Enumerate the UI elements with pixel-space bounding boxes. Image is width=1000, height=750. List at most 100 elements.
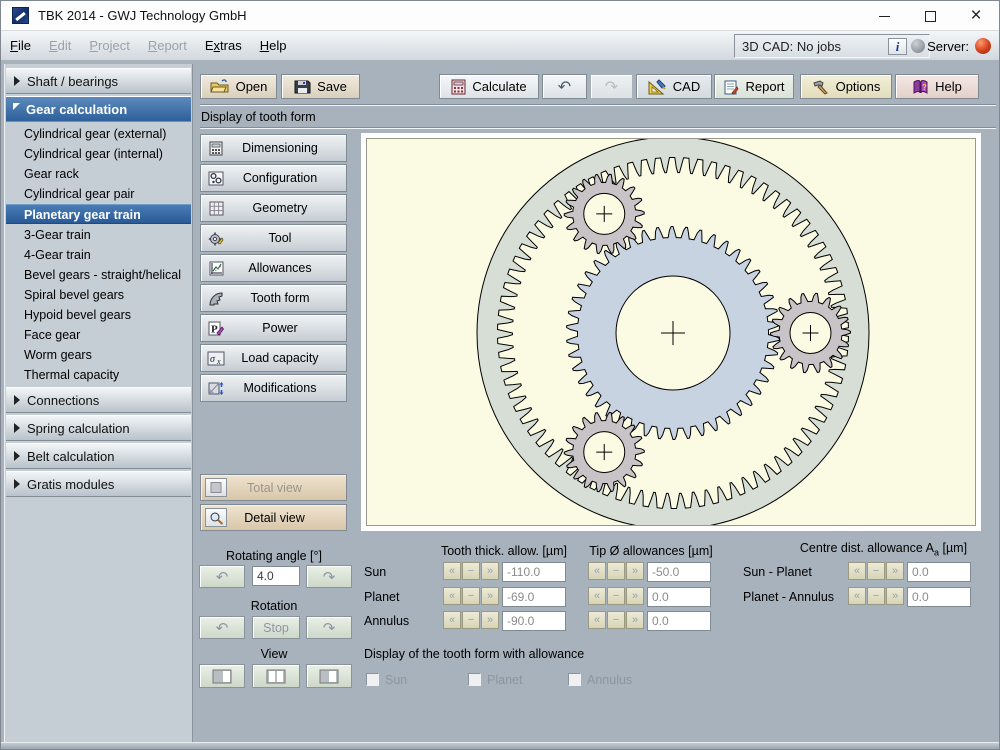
window-title: TBK 2014 - GWJ Technology GmbH bbox=[38, 8, 247, 23]
sidebar-item-bevel-gears[interactable]: Bevel gears - straight/helical bbox=[6, 265, 191, 285]
rotating-angle-input[interactable] bbox=[252, 566, 300, 586]
maximize-button[interactable] bbox=[907, 1, 953, 31]
minimize-button[interactable] bbox=[861, 1, 907, 31]
open-button[interactable]: Open bbox=[200, 74, 277, 99]
sidebar-item-cylindrical-gear-internal[interactable]: Cylindrical gear (internal) bbox=[6, 144, 191, 164]
increase-button[interactable]: » bbox=[626, 562, 644, 580]
increase-button[interactable]: » bbox=[481, 562, 499, 580]
sun-planet-row-label: Sun - Planet bbox=[743, 565, 812, 579]
sidebar-item-3-gear-train[interactable]: 3-Gear train bbox=[6, 225, 191, 245]
help-button[interactable]: ? Help bbox=[895, 74, 979, 99]
sidebar-item-planetary-gear-train[interactable]: Planetary gear train bbox=[6, 204, 191, 224]
decrease-button[interactable]: « bbox=[848, 587, 866, 605]
annulus-allowance-checkbox bbox=[568, 673, 581, 686]
decrease-button[interactable]: « bbox=[443, 562, 461, 580]
reset-button[interactable]: − bbox=[607, 611, 625, 629]
sidebar-item-spiral-bevel-gears[interactable]: Spiral bevel gears bbox=[6, 285, 191, 305]
dimensioning-button[interactable]: Dimensioning bbox=[200, 134, 347, 162]
redo-button: ↷ bbox=[590, 74, 633, 99]
reset-button[interactable]: − bbox=[462, 562, 480, 580]
cad-button[interactable]: CAD bbox=[636, 74, 712, 99]
decrease-button[interactable]: « bbox=[848, 562, 866, 580]
sidebar-section-gear-calculation[interactable]: Gear calculation bbox=[6, 96, 191, 122]
sidebar-item-thermal-capacity[interactable]: Thermal capacity bbox=[6, 365, 191, 385]
rotation-label: Rotation bbox=[201, 599, 347, 613]
increase-button[interactable]: » bbox=[626, 611, 644, 629]
gear-diagram[interactable] bbox=[366, 138, 976, 526]
close-button[interactable]: × bbox=[953, 1, 999, 31]
rotate-step-ccw-button[interactable]: ↶ bbox=[199, 565, 245, 588]
calculator-icon bbox=[451, 79, 466, 95]
increase-button[interactable]: » bbox=[886, 562, 904, 580]
sidebar-section-spring-calculation[interactable]: Spring calculation bbox=[6, 415, 191, 441]
decrease-button[interactable]: « bbox=[443, 587, 461, 605]
menu-help[interactable]: Help bbox=[251, 38, 296, 53]
increase-button[interactable]: » bbox=[626, 587, 644, 605]
view-left-button[interactable] bbox=[199, 664, 245, 688]
sidebar-item-cylindrical-gear-pair[interactable]: Cylindrical gear pair bbox=[6, 184, 191, 204]
modifications-button[interactable]: Modifications bbox=[200, 374, 347, 402]
sidebar-item-worm-gears[interactable]: Worm gears bbox=[6, 345, 191, 365]
power-button[interactable]: P Power bbox=[200, 314, 347, 342]
sidebar-section-belt-calculation[interactable]: Belt calculation bbox=[6, 443, 191, 469]
geometry-button[interactable]: Geometry bbox=[200, 194, 347, 222]
planet-thick-input[interactable] bbox=[502, 587, 566, 607]
sidebar-item-4-gear-train[interactable]: 4-Gear train bbox=[6, 245, 191, 265]
tool-button[interactable]: Tool bbox=[200, 224, 347, 252]
sun-planet-dist-input[interactable] bbox=[907, 562, 971, 582]
sun-tip-input[interactable] bbox=[647, 562, 711, 582]
reset-button[interactable]: − bbox=[462, 587, 480, 605]
rotate-step-cw-button[interactable]: ↷ bbox=[306, 565, 352, 588]
decrease-button[interactable]: « bbox=[588, 611, 606, 629]
sidebar-section-gratis-modules[interactable]: Gratis modules bbox=[6, 471, 191, 497]
view-split-button[interactable] bbox=[252, 664, 300, 688]
increase-button[interactable]: » bbox=[886, 587, 904, 605]
sun-tip-spinner: «−» bbox=[588, 562, 644, 580]
sidebar-item-gear-rack[interactable]: Gear rack bbox=[6, 164, 191, 184]
decrease-button[interactable]: « bbox=[588, 562, 606, 580]
annulus-thick-spinner: «−» bbox=[443, 611, 499, 629]
sun-thick-input[interactable] bbox=[502, 562, 566, 582]
panel-left-icon bbox=[212, 669, 232, 684]
decrease-button[interactable]: « bbox=[588, 587, 606, 605]
rotation-cw-button[interactable]: ↷ bbox=[306, 616, 352, 639]
options-hammer-icon bbox=[812, 79, 830, 95]
calculate-button[interactable]: Calculate bbox=[439, 74, 539, 99]
sidebar-section-connections[interactable]: Connections bbox=[6, 387, 191, 413]
planet-checkbox-label: Planet bbox=[487, 673, 522, 687]
increase-button[interactable]: » bbox=[481, 611, 499, 629]
reset-button[interactable]: − bbox=[867, 587, 885, 605]
reset-button[interactable]: − bbox=[867, 562, 885, 580]
tool-gear-icon bbox=[206, 229, 226, 247]
menu-extras[interactable]: Extras bbox=[196, 38, 251, 53]
view-right-button[interactable] bbox=[306, 664, 352, 688]
increase-button[interactable]: » bbox=[481, 587, 499, 605]
annulus-tip-input[interactable] bbox=[647, 611, 711, 631]
view-label: View bbox=[201, 647, 347, 661]
sidebar-item-face-gear[interactable]: Face gear bbox=[6, 325, 191, 345]
save-button[interactable]: Save bbox=[281, 74, 360, 99]
reset-button[interactable]: − bbox=[607, 562, 625, 580]
decrease-button[interactable]: « bbox=[443, 611, 461, 629]
sidebar-item-cylindrical-gear-external[interactable]: Cylindrical gear (external) bbox=[6, 124, 191, 144]
annulus-checkbox-label: Annulus bbox=[587, 673, 632, 687]
configuration-button[interactable]: Configuration bbox=[200, 164, 347, 192]
reset-button[interactable]: − bbox=[607, 587, 625, 605]
sidebar-section-shaft-bearings[interactable]: Shaft / bearings bbox=[6, 68, 191, 94]
reset-button[interactable]: − bbox=[462, 611, 480, 629]
sidebar-item-hypoid-bevel-gears[interactable]: Hypoid bevel gears bbox=[6, 305, 191, 325]
detail-view-button[interactable]: Detail view bbox=[200, 504, 347, 531]
rotation-ccw-button[interactable]: ↶ bbox=[199, 616, 245, 639]
tooth-form-button[interactable]: Tooth form bbox=[200, 284, 347, 312]
report-button[interactable]: Report bbox=[714, 74, 794, 99]
undo-button[interactable]: ↶ bbox=[542, 74, 587, 99]
load-capacity-button[interactable]: σx Load capacity bbox=[200, 344, 347, 372]
info-button[interactable]: i bbox=[888, 38, 907, 55]
planet-annulus-dist-spinner: «−» bbox=[848, 587, 904, 605]
planet-tip-input[interactable] bbox=[647, 587, 711, 607]
planet-annulus-dist-input[interactable] bbox=[907, 587, 971, 607]
allowances-button[interactable]: Allowances bbox=[200, 254, 347, 282]
options-button[interactable]: Options bbox=[800, 74, 892, 99]
annulus-thick-input[interactable] bbox=[502, 611, 566, 631]
menu-file[interactable]: File bbox=[1, 38, 40, 53]
